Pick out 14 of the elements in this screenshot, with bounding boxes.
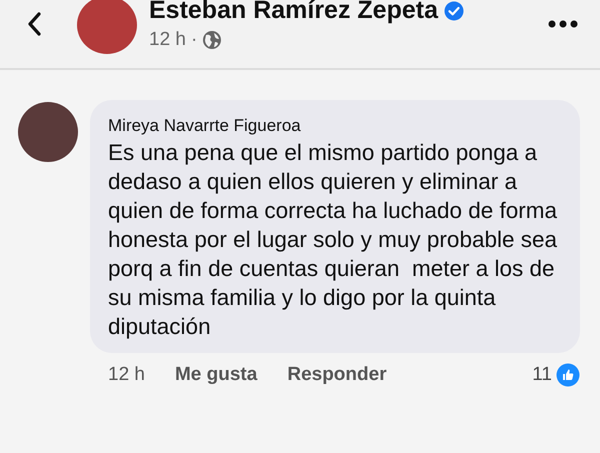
comment-action-link[interactable]: Me gusta bbox=[174, 364, 258, 386]
comment-time: 12 h bbox=[108, 364, 145, 386]
comment-author[interactable]: Mireya Navarrte Figueroa bbox=[108, 116, 562, 136]
avatar-photo[interactable] bbox=[77, 0, 137, 54]
separator-dot: · bbox=[190, 29, 198, 51]
more-options-icon[interactable] bbox=[548, 20, 578, 28]
comment-action-link[interactable]: Responder bbox=[287, 364, 387, 386]
back-icon[interactable] bbox=[27, 12, 41, 36]
globe-icon bbox=[202, 30, 222, 50]
comment-text: Es una pena que el mismo partido ponga a dedaso a quien ellos quieren y eliminar a quien de forma correcta ha luchado de forma honesta por el lugar solo y muy probable sea porq a fin de cuentas quieran meter a los de su misma familia y lo digo por la quinta diputación bbox=[108, 139, 558, 341]
post-time: 12 h bbox=[149, 29, 186, 51]
thumbs-up-icon bbox=[556, 363, 580, 387]
poster-name[interactable]: Esteban Ramírez Zepeta bbox=[149, 0, 438, 25]
like-count[interactable]: 11 bbox=[532, 364, 552, 386]
